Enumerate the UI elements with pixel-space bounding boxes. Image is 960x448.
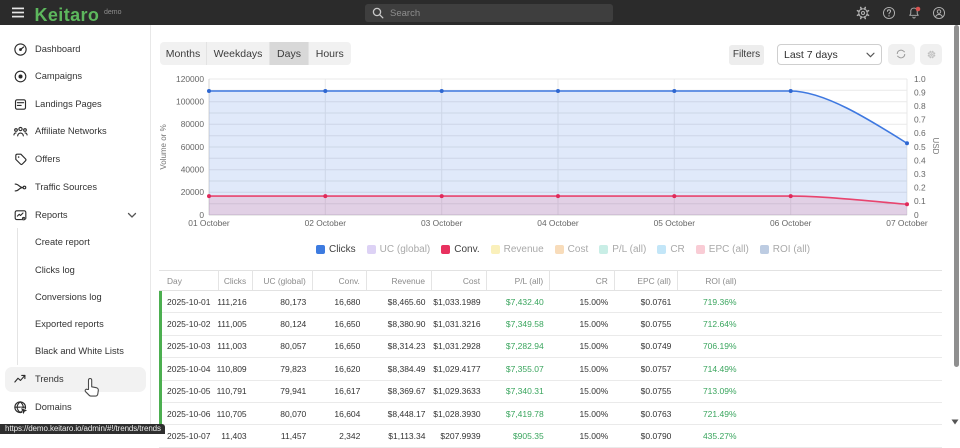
- svg-text:05 October: 05 October: [654, 218, 696, 228]
- svg-text:02 October: 02 October: [305, 218, 347, 228]
- svg-text:01 October: 01 October: [188, 218, 230, 228]
- svg-text:120000: 120000: [176, 74, 204, 84]
- svg-text:0.7: 0.7: [914, 115, 926, 125]
- svg-text:04 October: 04 October: [537, 218, 579, 228]
- svg-text:Volume or %: Volume or %: [159, 124, 168, 169]
- svg-text:100000: 100000: [176, 97, 204, 107]
- svg-text:0.2: 0.2: [914, 183, 926, 193]
- svg-text:0.5: 0.5: [914, 142, 926, 152]
- svg-text:1.0: 1.0: [914, 74, 926, 84]
- svg-text:USD: USD: [931, 138, 940, 155]
- svg-text:0.4: 0.4: [914, 155, 926, 165]
- svg-text:60000: 60000: [181, 142, 205, 152]
- svg-text:0.6: 0.6: [914, 128, 926, 138]
- svg-text:0.9: 0.9: [914, 87, 926, 97]
- svg-text:03 October: 03 October: [421, 218, 463, 228]
- svg-text:0.8: 0.8: [914, 101, 926, 111]
- svg-text:06 October: 06 October: [770, 218, 812, 228]
- svg-text:0.3: 0.3: [914, 169, 926, 179]
- svg-text:07 October: 07 October: [886, 218, 928, 228]
- svg-text:80000: 80000: [181, 119, 205, 129]
- svg-text:20000: 20000: [181, 187, 205, 197]
- svg-text:40000: 40000: [181, 165, 205, 175]
- svg-text:0.1: 0.1: [914, 196, 926, 206]
